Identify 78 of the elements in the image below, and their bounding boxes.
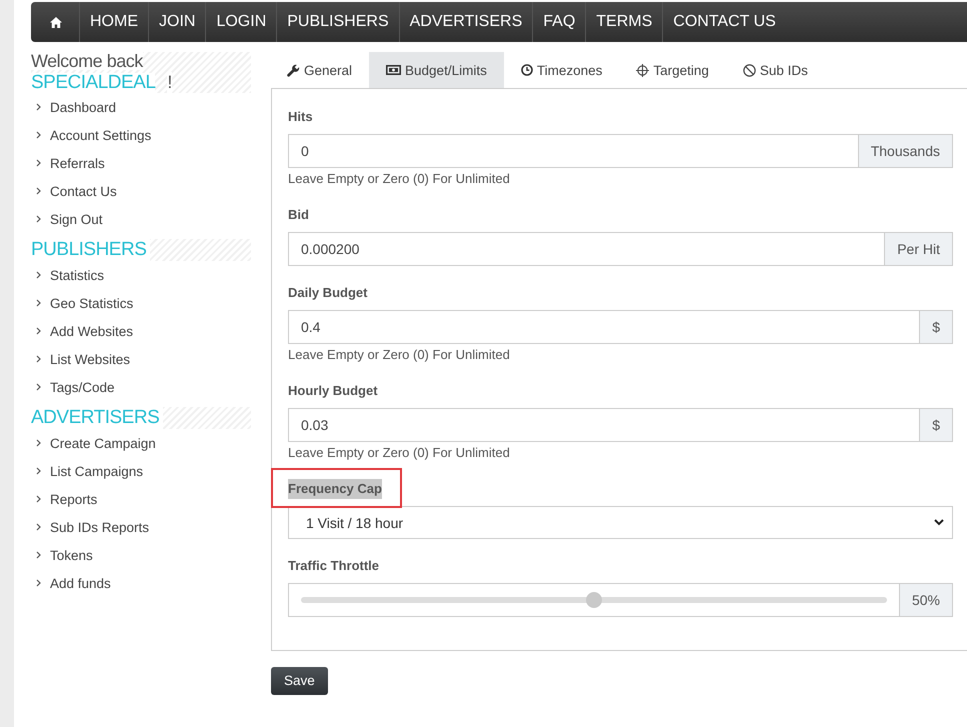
welcome-text: Welcome back	[31, 52, 143, 70]
nav-link[interactable]: LOGIN	[205, 2, 276, 42]
tab[interactable]: Timezones	[504, 52, 620, 88]
chevron-icon	[36, 551, 41, 559]
banknote-icon	[386, 65, 402, 75]
nav-link[interactable]: ADVERTISERS	[398, 2, 532, 42]
chevron-down-icon	[934, 519, 944, 526]
chevron-icon	[36, 467, 41, 475]
input-addon: Per Hit	[885, 232, 953, 266]
tab[interactable]: Budget/Limits	[369, 52, 504, 88]
input-field[interactable]: 0.4	[288, 310, 920, 344]
nav-link[interactable]: HOME	[79, 2, 148, 42]
field-label: Bid	[288, 206, 309, 224]
sidebar-link[interactable]: Dashboard	[31, 93, 251, 121]
sidebar-link[interactable]: Create Campaign	[31, 429, 251, 457]
chevron-icon	[36, 439, 41, 447]
section-heading: ADVERTISERS	[31, 407, 164, 429]
chevron-icon	[36, 299, 41, 307]
wrench-icon	[287, 64, 300, 76]
field-label: Daily Budget	[288, 284, 368, 302]
tab[interactable]: Sub IDs	[726, 52, 825, 88]
dropdown[interactable]: 1 Visit / 18 hour	[288, 506, 953, 539]
chevron-icon	[36, 495, 41, 503]
crosshair-icon	[636, 64, 650, 76]
save-button[interactable]: Save	[271, 667, 328, 695]
chevron-icon	[36, 215, 41, 223]
field-label: Frequency Cap	[288, 479, 382, 499]
chevron-icon	[36, 579, 41, 587]
exclamation-mark: !	[167, 72, 172, 93]
slider[interactable]	[288, 583, 900, 617]
nav-link[interactable]: TERMS	[585, 2, 662, 42]
help-text: Leave Empty or Zero (0) For Unlimited	[288, 346, 511, 364]
sidebar-link[interactable]: Reports	[31, 485, 251, 513]
input-addon: $	[920, 408, 953, 442]
chevron-icon	[36, 523, 41, 531]
chevron-icon	[36, 355, 41, 363]
field-label: Traffic Throttle	[288, 557, 380, 575]
chevron-icon	[36, 327, 41, 335]
input-addon: $	[920, 310, 953, 344]
chevron-icon	[36, 159, 41, 167]
input-field[interactable]: 0.03	[288, 408, 920, 442]
sidebar-link[interactable]: Statistics	[31, 261, 251, 289]
sidebar-link[interactable]: List Campaigns	[31, 457, 251, 485]
home-icon	[50, 16, 62, 28]
nav-link[interactable]: JOIN	[148, 2, 206, 42]
input-field[interactable]: 0.000200	[288, 232, 886, 266]
sidebar-link[interactable]: Add funds	[31, 569, 251, 597]
sidebar-link[interactable]: Referrals	[31, 149, 251, 177]
chevron-icon	[36, 103, 41, 111]
input-addon: Thousands	[858, 134, 953, 168]
ban-icon	[742, 64, 756, 76]
clock-icon	[520, 64, 533, 76]
field-label: Hourly Budget	[288, 382, 378, 400]
sidebar-link[interactable]: Tokens	[31, 541, 251, 569]
sidebar-link[interactable]: Geo Statistics	[31, 289, 251, 317]
nav-link[interactable]: CONTACT US	[662, 2, 786, 42]
section-heading: PUBLISHERS	[31, 239, 150, 261]
tab[interactable]: Targeting	[619, 52, 726, 88]
tab[interactable]: General	[271, 52, 370, 88]
sidebar-link[interactable]: Sub IDs Reports	[31, 513, 251, 541]
sidebar-link[interactable]: Sign Out	[31, 205, 251, 233]
help-text: Leave Empty or Zero (0) For Unlimited	[288, 170, 511, 188]
sidebar-link[interactable]: Contact Us	[31, 177, 251, 205]
input-field[interactable]: 0	[288, 134, 859, 168]
chevron-icon	[36, 383, 41, 391]
username: SPECIALDEAL	[31, 73, 156, 93]
chevron-icon	[36, 131, 41, 139]
chevron-icon	[36, 271, 41, 279]
sidebar-link[interactable]: Account Settings	[31, 121, 251, 149]
field-label: Hits	[288, 108, 313, 126]
sidebar-link[interactable]: Tags/Code	[31, 373, 251, 401]
input-addon: 50%	[900, 583, 953, 617]
nav-link[interactable]: FAQ	[532, 2, 586, 42]
sidebar-link[interactable]: Add Websites	[31, 317, 251, 345]
sidebar-link[interactable]: List Websites	[31, 345, 251, 373]
nav-link[interactable]: PUBLISHERS	[276, 2, 399, 42]
help-text: Leave Empty or Zero (0) For Unlimited	[288, 444, 511, 462]
chevron-icon	[36, 187, 41, 195]
